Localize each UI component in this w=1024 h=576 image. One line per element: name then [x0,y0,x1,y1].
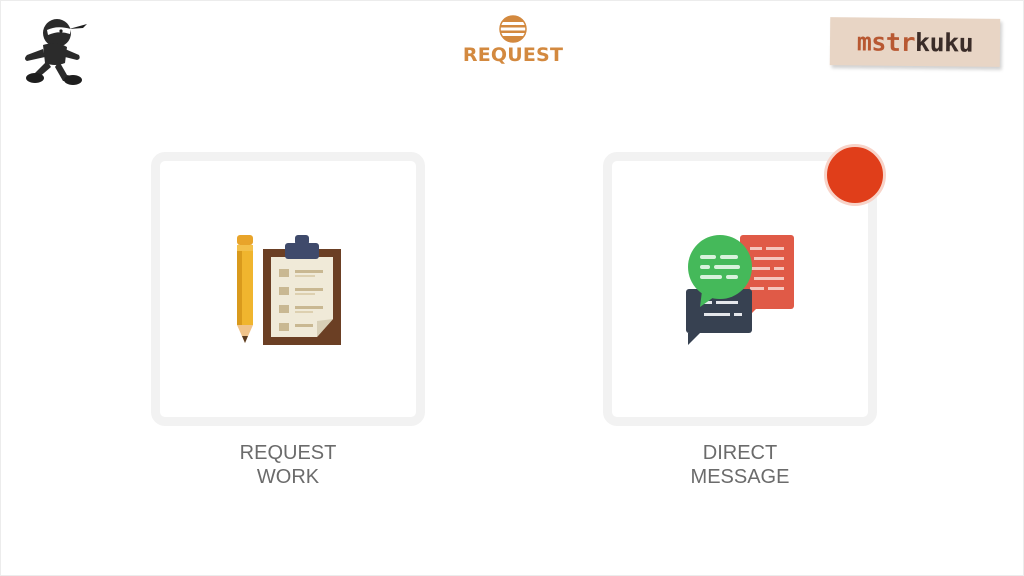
direct-message-label-line1: DIRECT [702,442,778,464]
direct-message-label: DIRECT MESSAGE [603,441,877,489]
request-work-button[interactable] [151,152,425,426]
direct-message-label-line2: MESSAGE [690,466,790,488]
request-screen: REQUEST mstr kuku REQUEST WORK DIRECT ME… [0,0,1024,576]
notification-badge [824,144,886,206]
brand-text-part2: kuku [914,27,974,58]
request-work-label-line2: WORK [256,466,320,488]
clipboard-pencil-icon [237,235,341,345]
striped-circle-icon [499,15,527,43]
header: REQUEST [453,15,573,71]
page-title: REQUEST [462,44,564,66]
request-work-label: REQUEST WORK [151,441,425,489]
brand-logo: mstr kuku [829,17,1001,67]
chat-bubbles-icon [686,235,794,345]
brand-text-part1: mstr [856,26,916,57]
running-ninja-icon [25,19,87,85]
request-work-label-line1: REQUEST [239,442,337,464]
